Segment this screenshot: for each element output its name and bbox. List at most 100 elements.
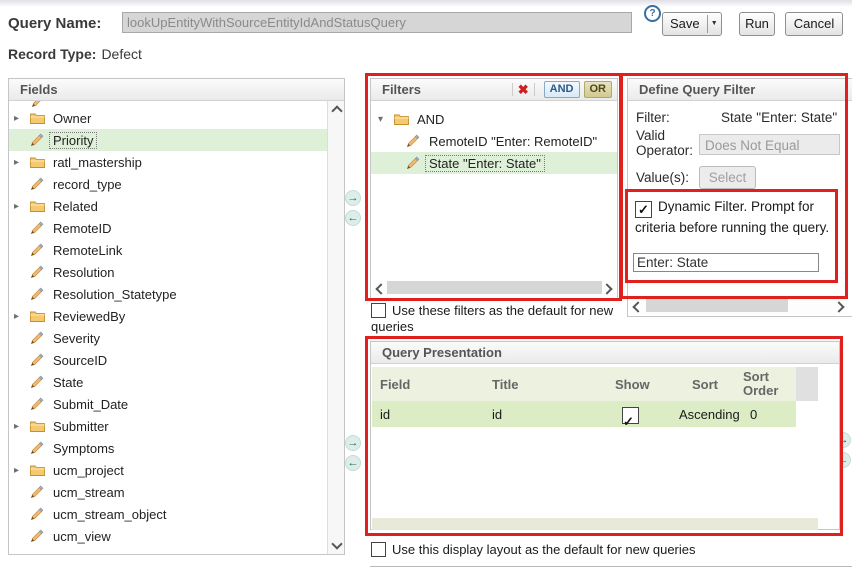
field-label: ratl_mastership — [50, 155, 145, 170]
fields-tree-item-ucm_view[interactable]: ucm_view — [9, 525, 328, 547]
filters-tree-children: RemoteID "Enter: RemoteID"State "Enter: … — [371, 130, 617, 174]
field-label: ucm_view — [50, 529, 114, 544]
define-query-filter-panel: Define Query Filter Filter: State "Enter… — [627, 78, 852, 317]
field-label: ucm_project — [50, 463, 127, 478]
scroll-left-icon[interactable] — [632, 301, 643, 312]
define-hscrollbar[interactable] — [630, 298, 847, 314]
field-label: Priority — [50, 133, 96, 148]
expand-icon[interactable]: ▸ — [9, 465, 30, 476]
filters-panel-header: Filters ✖ AND OR — [371, 79, 617, 101]
row-sort-order-cell[interactable]: 0 — [750, 407, 757, 422]
collapse-icon[interactable]: ▾ — [371, 114, 394, 125]
filters-root-label: AND — [414, 112, 447, 127]
remove-filter-icon[interactable]: ← — [345, 210, 361, 226]
cancel-button[interactable]: Cancel — [785, 12, 843, 36]
fields-tree-item-ucm_stream_object[interactable]: ucm_stream_object — [9, 503, 328, 525]
operator-label: Valid Operator: — [636, 128, 698, 158]
fields-tree-item-related[interactable]: ▸Related — [9, 195, 328, 217]
field-label: RemoteLink — [50, 243, 125, 258]
expand-icon[interactable]: ▸ — [9, 113, 30, 124]
expand-icon[interactable]: ▸ — [9, 311, 30, 322]
folder-icon — [30, 156, 50, 168]
scrollbar-thumb[interactable] — [387, 281, 602, 294]
prompt-text-input[interactable] — [633, 253, 819, 272]
fields-tree-item-sourceid[interactable]: SourceID — [9, 349, 328, 371]
filters-panel: Filters ✖ AND OR ▾ AND RemoteID "Enter: … — [370, 78, 618, 299]
field-label: record_type — [50, 177, 125, 192]
delete-filter-icon[interactable]: ✖ — [518, 80, 529, 100]
record-type-label: Record Type: — [8, 46, 96, 62]
fields-tree-item-owner[interactable]: ▸Owner — [9, 107, 328, 129]
fields-tree-item-record_type[interactable]: record_type — [9, 173, 328, 195]
folder-icon — [30, 112, 50, 124]
pencil-icon — [30, 331, 50, 345]
expand-icon[interactable]: ▸ — [9, 421, 30, 432]
and-button[interactable]: AND — [544, 81, 580, 98]
fields-tree-item-remotelink[interactable]: RemoteLink — [9, 239, 328, 261]
add-display-field-icon[interactable]: → — [345, 435, 361, 451]
field-label: Resolution — [50, 265, 117, 280]
fields-tree-item-reviewedby[interactable]: ▸ ReviewedBy — [9, 305, 328, 327]
expand-icon[interactable]: ▸ — [9, 157, 30, 168]
save-split-button[interactable]: Save ▼ — [662, 12, 722, 36]
fields-tree-item-submitter[interactable]: ▸Submitter — [9, 415, 328, 437]
pencil-icon — [30, 221, 50, 235]
table-row[interactable]: id id ✓ Ascending 0 — [372, 401, 796, 427]
expand-icon[interactable]: ▸ — [9, 201, 30, 212]
presentation-default-checkbox[interactable] — [371, 542, 386, 557]
add-filter-icon[interactable]: → — [345, 190, 361, 206]
query-name-label: Query Name: — [8, 15, 101, 32]
scroll-left-icon[interactable] — [375, 283, 386, 294]
row-sort-cell[interactable]: Ascending — [679, 407, 740, 422]
select-values-button[interactable]: Select — [699, 166, 756, 189]
run-button[interactable]: Run — [739, 12, 775, 36]
row-show-checkbox[interactable]: ✓ — [622, 407, 639, 424]
scroll-right-icon[interactable] — [601, 283, 612, 294]
operator-select[interactable]: Does Not Equal — [699, 134, 840, 155]
fields-scrollbar[interactable] — [327, 101, 344, 554]
filters-default-checkbox[interactable] — [371, 303, 386, 318]
table-footer-strip — [372, 518, 818, 530]
folder-icon — [30, 200, 50, 212]
field-label: ReviewedBy — [50, 309, 128, 324]
row-field-cell: id — [380, 407, 390, 422]
field-label: Severity — [50, 331, 103, 346]
filters-tree-item[interactable]: RemoteID "Enter: RemoteID" — [371, 130, 617, 152]
scroll-up-icon[interactable] — [331, 105, 342, 116]
dynamic-filter-checkbox[interactable]: ✓ — [635, 201, 652, 218]
folder-icon — [30, 310, 50, 322]
scroll-right-icon[interactable] — [833, 301, 844, 312]
fields-tree-item-remoteid[interactable]: RemoteID — [9, 217, 328, 239]
fields-tree-item-symptoms[interactable]: Symptoms — [9, 437, 328, 459]
help-icon[interactable]: ? — [644, 5, 661, 22]
fields-tree-item-resolution[interactable]: Resolution — [9, 261, 328, 283]
fields-tree-item-resolution_statetype[interactable]: Resolution_Statetype — [9, 283, 328, 305]
fields-tree-item-submit_date[interactable]: Submit_Date — [9, 393, 328, 415]
fields-tree-item-priority[interactable]: Priority — [9, 129, 328, 151]
fields-tree-item-ucm_project[interactable]: ▸ ucm_project — [9, 459, 328, 481]
save-dropdown-icon[interactable]: ▼ — [707, 13, 721, 35]
fields-tree-item-state[interactable]: State — [9, 371, 328, 393]
fields-tree-item-severity[interactable]: Severity — [9, 327, 328, 349]
remove-display-field-icon[interactable]: ← — [345, 455, 361, 471]
scrollbar-thumb[interactable] — [646, 299, 788, 312]
query-name-input[interactable] — [122, 12, 632, 33]
record-type-value: Defect — [101, 46, 141, 62]
pencil-icon — [406, 134, 426, 148]
filters-tree: ▾ AND RemoteID "Enter: RemoteID"State "E… — [371, 101, 617, 280]
fields-tree-item-ucm_stream[interactable]: ucm_stream — [9, 481, 328, 503]
scroll-down-icon[interactable] — [331, 538, 342, 549]
fields-tree-item-ratl_mastership[interactable]: ▸ ratl_mastership — [9, 151, 328, 173]
filters-hscrollbar[interactable] — [373, 280, 615, 296]
filters-tree-item[interactable]: State "Enter: State" — [371, 152, 617, 174]
pencil-icon — [30, 485, 50, 499]
pencil-icon — [30, 375, 50, 389]
define-panel-title: Define Query Filter — [639, 79, 755, 100]
field-label: SourceID — [50, 353, 110, 368]
save-button[interactable]: Save — [663, 13, 707, 35]
filters-tree-root[interactable]: ▾ AND — [371, 108, 617, 130]
or-button[interactable]: OR — [584, 81, 613, 98]
column-header-sort-order: Sort Order — [743, 370, 791, 398]
table-scroll-corner — [796, 367, 818, 401]
column-header-show: Show — [615, 377, 650, 392]
